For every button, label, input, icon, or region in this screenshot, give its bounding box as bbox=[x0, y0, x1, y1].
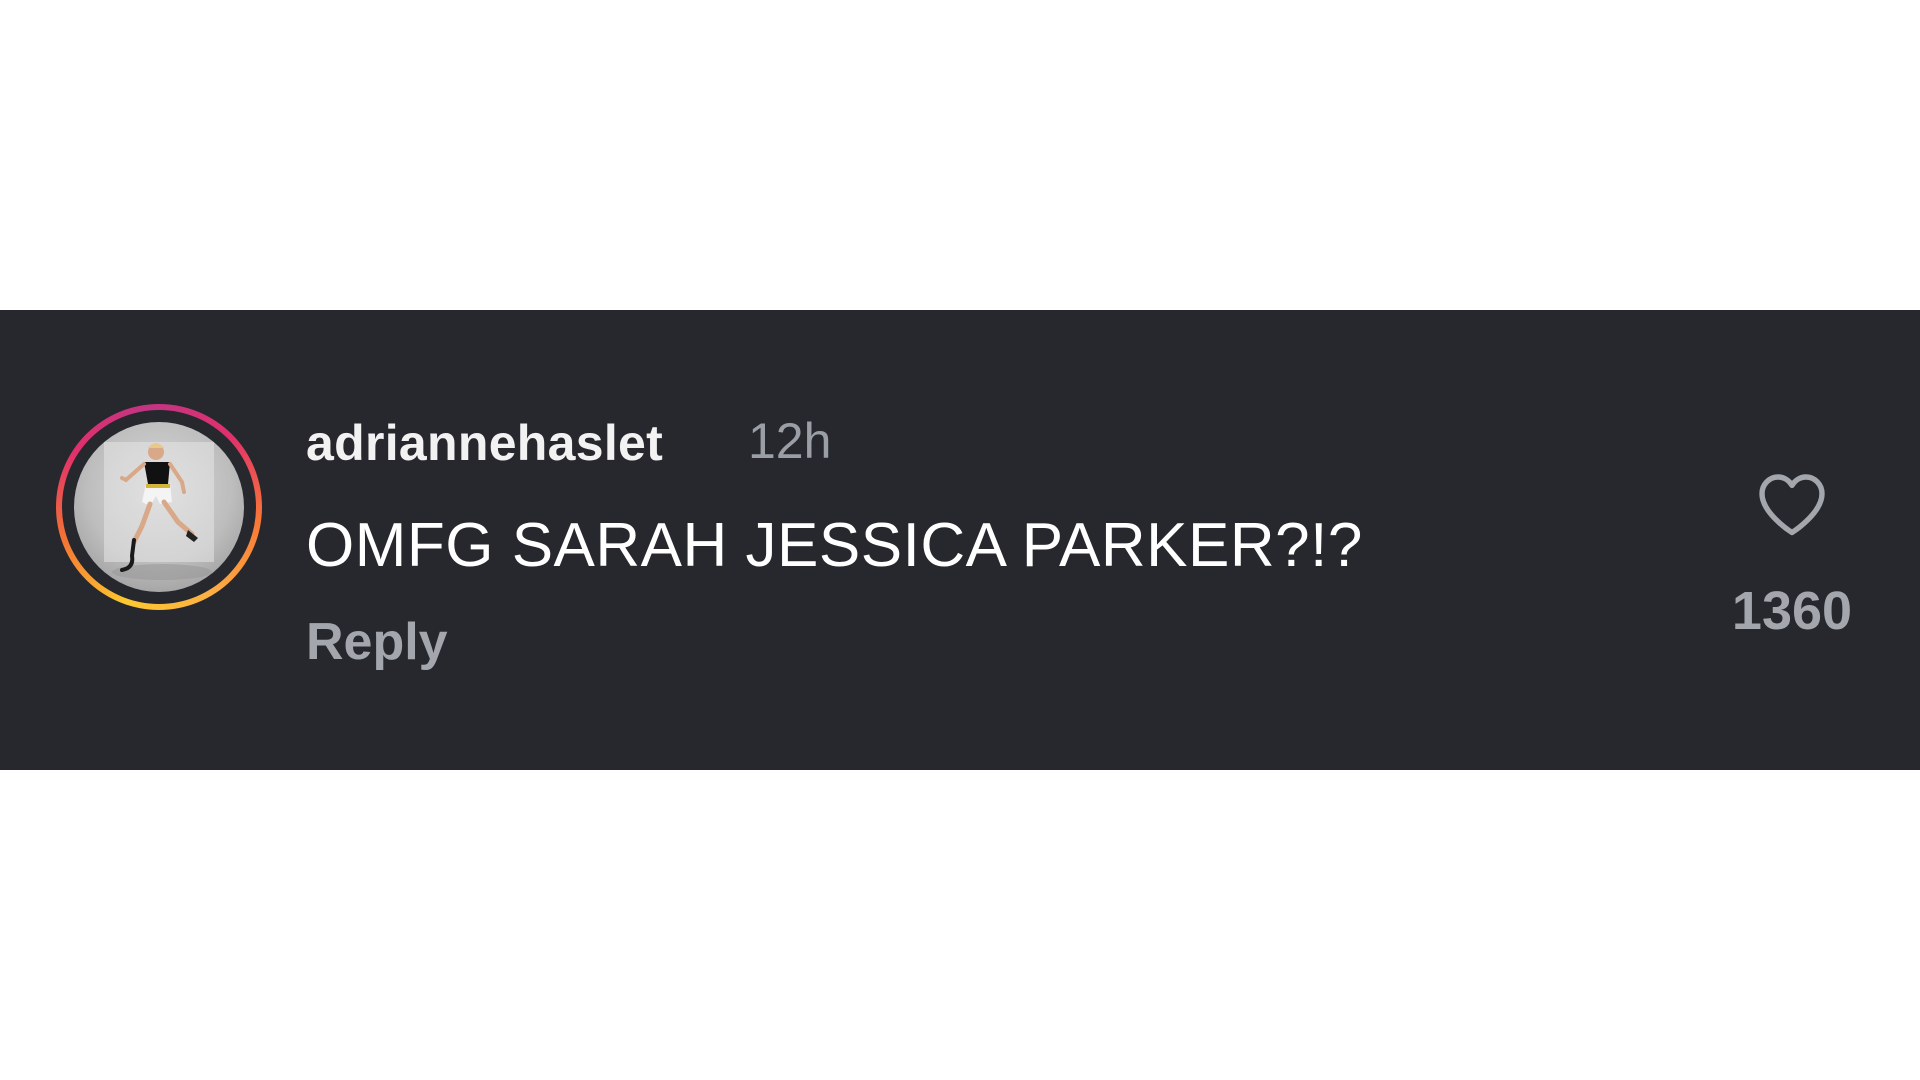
heart-outline-icon[interactable] bbox=[1756, 470, 1828, 538]
reply-button[interactable]: Reply bbox=[306, 612, 448, 672]
comment-timestamp: 12h bbox=[748, 413, 832, 469]
avatar-photo-icon bbox=[104, 442, 214, 580]
avatar[interactable] bbox=[74, 422, 244, 592]
comment-text: OMFG SARAH JESSICA PARKER?!? bbox=[306, 511, 1363, 580]
like-count: 1360 bbox=[1731, 581, 1853, 641]
like-area: 1360 bbox=[1712, 470, 1872, 641]
avatar-story-ring[interactable] bbox=[56, 404, 262, 610]
page: adriannehaslet 12h OMFG SARAH JESSICA PA… bbox=[0, 0, 1920, 1080]
comment-card: adriannehaslet 12h OMFG SARAH JESSICA PA… bbox=[0, 310, 1920, 770]
comment-username[interactable]: adriannehaslet bbox=[306, 414, 663, 472]
